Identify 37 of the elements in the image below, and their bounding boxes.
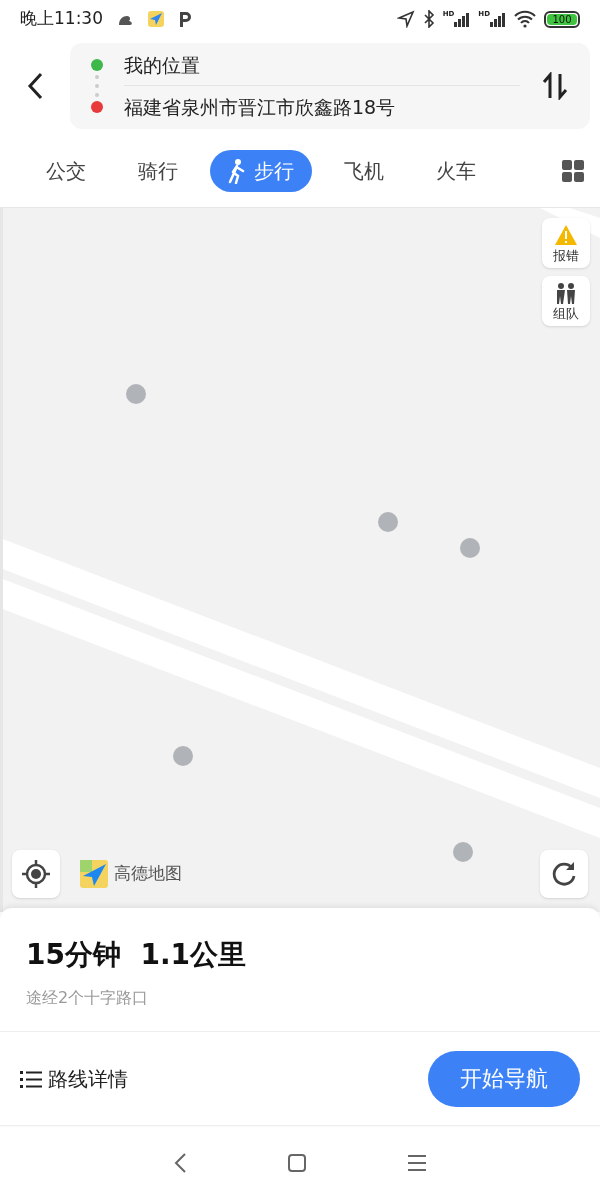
- status-time: 晚上11:30: [20, 7, 103, 31]
- more-icon[interactable]: [562, 159, 584, 182]
- menu-nav-icon[interactable]: [407, 1154, 427, 1172]
- route-summary: 15分钟 1.1公里: [26, 937, 248, 973]
- mode-tab[interactable]: 步行: [210, 149, 312, 192]
- refresh-button[interactable]: [540, 850, 588, 898]
- map-app-icon: [147, 10, 165, 28]
- locate-button[interactable]: [12, 850, 60, 898]
- parking-icon: [177, 10, 193, 28]
- list-icon: [20, 1069, 42, 1088]
- bluetooth-icon: [422, 10, 435, 28]
- locate-icon: [21, 859, 51, 889]
- back-nav-icon[interactable]: [173, 1152, 187, 1174]
- map-logo-text: 高德地图: [114, 862, 182, 886]
- refresh-icon: [550, 860, 578, 888]
- map-side-button[interactable]: 组队: [542, 276, 590, 326]
- location-arrow-icon: [396, 10, 415, 28]
- logo-icon: [80, 860, 108, 888]
- battery-level: 100: [547, 13, 577, 25]
- route-details-button[interactable]: 路线详情: [20, 1063, 128, 1094]
- walker-icon: [228, 157, 246, 184]
- mode-tab[interactable]: 骑行: [118, 149, 198, 192]
- destination-field[interactable]: 福建省泉州市晋江市欣鑫路18号: [124, 86, 520, 128]
- origin-field[interactable]: 我的位置: [124, 44, 520, 86]
- swap-icon: [542, 72, 568, 100]
- mode-tab[interactable]: 飞机: [324, 149, 404, 192]
- home-nav-icon[interactable]: [287, 1153, 307, 1173]
- mode-tab[interactable]: 公交: [26, 149, 106, 192]
- warning-icon: [554, 224, 578, 246]
- back-icon: [26, 71, 44, 101]
- signal-icon: [490, 11, 506, 27]
- mode-tab[interactable]: 火车: [416, 149, 496, 192]
- route-subtitle: 途经2个十字路口: [26, 987, 150, 1009]
- start-navigation-button[interactable]: 开始导航: [428, 1050, 580, 1107]
- wifi-icon: [514, 10, 536, 28]
- map-side-button[interactable]: 报错: [542, 218, 590, 268]
- signal-icon: [454, 11, 471, 27]
